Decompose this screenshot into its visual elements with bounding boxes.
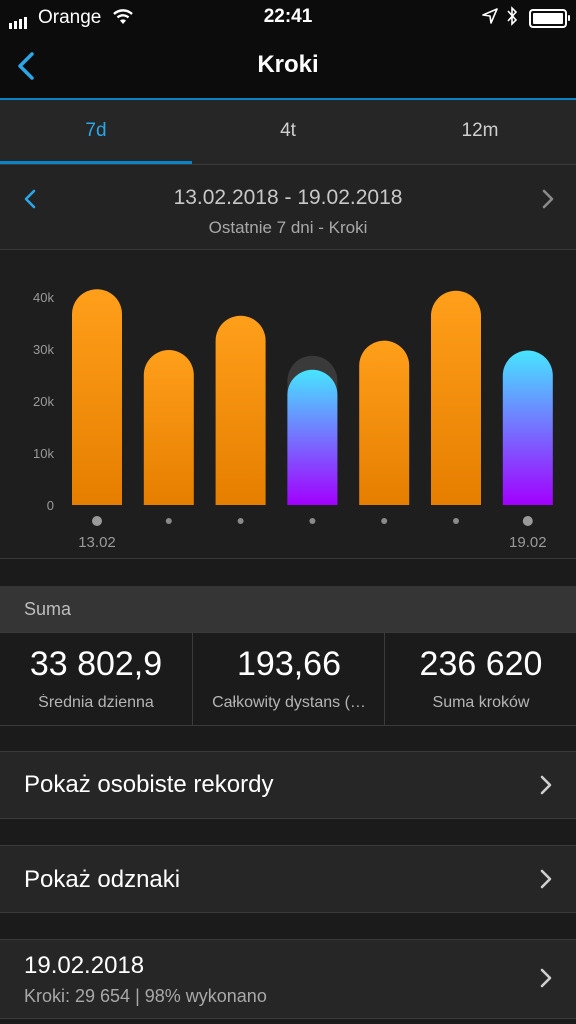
y-tick-label: 30k (33, 342, 54, 357)
tab-4t[interactable]: 4t (192, 100, 384, 164)
y-tick-label: 10k (33, 446, 54, 461)
location-arrow-icon (482, 8, 498, 24)
chevron-right-icon (540, 869, 552, 889)
next-period-icon[interactable] (536, 187, 558, 211)
steps-bar-chart[interactable]: 0 10k 20k 30k 40k 13.02 19.02 (0, 250, 576, 558)
stat-daily-average: 33 802,9 Średnia dzienna (0, 633, 192, 725)
x-tick-label: 19.02 (509, 534, 547, 551)
summary-title: Suma (24, 599, 72, 619)
x-tick-dot (92, 516, 102, 526)
x-tick-dot (381, 518, 388, 524)
x-tick-dot (453, 518, 459, 524)
badges-label: Pokaż odznaki (24, 866, 181, 893)
y-tick-label: 0 (47, 498, 54, 513)
day-steps-detail: Kroki: 29 654 | 98% wykonano (24, 986, 267, 1006)
steps-chart[interactable]: 0 10k 20k 30k 40k 13.02 19.02 (0, 250, 576, 559)
stat-label: Średnia dzienna (38, 694, 154, 711)
stat-value: 193,66 (237, 645, 341, 683)
date-range-header: 13.02.2018 - 19.02.2018 Ostatnie 7 dni -… (0, 165, 576, 250)
personal-records-row[interactable]: Pokaż osobiste rekordy (0, 751, 576, 819)
status-bar: Orange 22:41 (0, 0, 576, 34)
battery-icon (529, 9, 570, 28)
stat-label: Całkowity dystans (… (212, 694, 366, 711)
summary-stats: 33 802,9 Średnia dzienna 193,66 Całkowit… (0, 632, 576, 726)
day-date: 19.02.2018 (24, 952, 145, 979)
bar-19.02[interactable] (502, 350, 553, 505)
personal-records-label: Pokaż osobiste rekordy (24, 771, 274, 798)
bar-17.02[interactable] (359, 340, 410, 505)
bar-14.02[interactable] (143, 350, 194, 505)
badges-row[interactable]: Pokaż odznaki (0, 845, 576, 913)
chevron-right-icon (540, 775, 552, 795)
stat-total-steps: 236 620 Suma kroków (384, 633, 576, 725)
y-tick-label: 20k (33, 394, 54, 409)
period-tabs: 7d 4t 12m (0, 100, 576, 165)
stat-total-distance: 193,66 Całkowity dystans (… (192, 633, 385, 725)
summary-header: Suma (0, 586, 576, 632)
tab-7d[interactable]: 7d (0, 100, 192, 164)
bar-18.02[interactable] (431, 290, 481, 505)
page-title: Kroki (257, 51, 319, 78)
x-tick-dot (522, 516, 533, 526)
y-tick-label: 40k (33, 290, 54, 305)
date-range-subtitle: Ostatnie 7 dni - Kroki (208, 218, 368, 237)
x-tick-dot (165, 518, 172, 524)
x-tick-dot (309, 518, 316, 524)
active-tab-indicator (0, 161, 192, 164)
tab-12m[interactable]: 12m (384, 100, 576, 164)
x-tick-label: 13.02 (78, 534, 116, 551)
bluetooth-icon (507, 6, 518, 26)
day-detail-row[interactable]: 19.02.2018 Kroki: 29 654 | 98% wykonano (0, 939, 576, 1019)
stat-value: 236 620 (419, 645, 543, 683)
bar-13.02[interactable] (72, 289, 122, 505)
navigation-bar: Kroki (0, 34, 576, 100)
bar-15.02[interactable] (215, 315, 266, 505)
bar-16.02[interactable] (287, 369, 338, 505)
stat-value: 33 802,9 (29, 645, 163, 683)
date-range: 13.02.2018 - 19.02.2018 (173, 186, 403, 209)
chevron-right-icon (540, 968, 552, 988)
stat-label: Suma kroków (432, 694, 530, 711)
x-tick-dot (237, 518, 244, 524)
